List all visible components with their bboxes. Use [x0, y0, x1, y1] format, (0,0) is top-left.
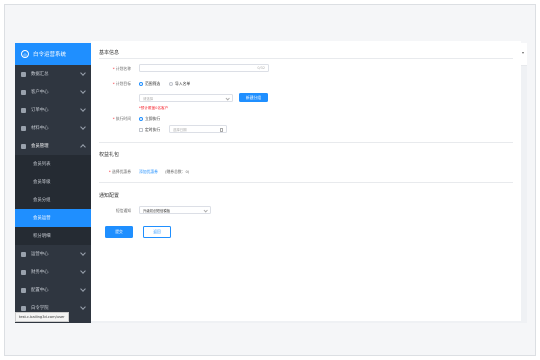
estimate-text: *预计覆盖0名客户: [139, 106, 169, 110]
settings-icon: [21, 287, 26, 293]
sidebar-item-finance[interactable]: 财务中心: [15, 263, 91, 281]
sidebar-subitem-member-operations[interactable]: 会员运营: [15, 209, 91, 227]
date-placeholder: 选择日期: [173, 127, 187, 132]
sidebar-item-label: 订单中心: [31, 108, 49, 113]
checkbox-label: 定时执行: [145, 127, 161, 132]
radio-label: 立即执行: [145, 116, 161, 121]
channel-select[interactable]: 升级初创短信模板: [139, 206, 211, 214]
radio-icon: [139, 117, 143, 121]
sidebar-item-label: 运营中心: [31, 252, 49, 257]
date-picker[interactable]: 选择日期: [169, 125, 227, 133]
exec-time-label: * 执行时间: [112, 116, 131, 121]
exec-radio-now[interactable]: 立即执行: [139, 116, 160, 122]
divider: [99, 58, 513, 59]
operations-icon: [21, 251, 26, 257]
exec-check-scheduled[interactable]: 定时执行: [139, 127, 160, 133]
filter-select[interactable]: 请选择: [139, 94, 233, 102]
coupon-label: * 选择优惠券: [108, 169, 131, 174]
channel-select-value: 升级初创短信模板: [143, 208, 171, 213]
radio-label: 导入名单: [175, 81, 191, 86]
chevron-down-icon: [80, 250, 86, 256]
radio-label: 范围筛选: [145, 81, 161, 86]
cancel-button[interactable]: 返回: [143, 226, 171, 238]
plan-name-counter: 0/32: [257, 66, 265, 70]
chevron-down-icon: [80, 88, 86, 94]
target-radio-range[interactable]: 范围筛选: [139, 81, 160, 87]
section-title-basic: 基本信息: [99, 50, 120, 56]
sidebar-item-config[interactable]: 配置中心: [15, 281, 91, 299]
target-label: * 计划目标: [112, 81, 131, 86]
chevron-down-icon: [80, 286, 86, 292]
sidebar-subitem-label: 会员列表: [33, 162, 51, 167]
submit-label: 提交: [115, 229, 123, 234]
sidebar: ◎ 白令运营系统 数据汇总 客户中心 订单中心 材料中心 会员管理 会员列表 会…: [15, 43, 91, 323]
sidebar-item-label: 白令学院: [31, 306, 49, 311]
target-radio-import[interactable]: 导入名单: [169, 81, 190, 87]
caret-down-icon: [522, 52, 525, 54]
order-icon: [21, 107, 26, 113]
box-icon: [21, 125, 26, 131]
divider: [99, 142, 513, 143]
chevron-down-icon: [202, 208, 208, 214]
members-icon: [21, 143, 26, 149]
academy-icon: [21, 305, 26, 311]
section-title-notify: 通知配置: [99, 193, 120, 199]
logo-icon: ◎: [21, 50, 29, 58]
sidebar-item-materials[interactable]: 材料中心: [15, 119, 91, 137]
sidebar-item-customers[interactable]: 客户中心: [15, 83, 91, 101]
calendar-icon: [219, 128, 223, 132]
form-card: 基本信息 * 计划名称 0/32 * 计划目标 范围筛选 导入名单 请选择 新建…: [91, 41, 521, 321]
sidebar-subitem-member-list[interactable]: 会员列表: [15, 155, 91, 173]
create-group-button[interactable]: 新建分组: [239, 93, 268, 102]
radio-icon: [169, 82, 173, 86]
sidebar-subitem-label: 会员等级: [33, 180, 51, 185]
sidebar-item-label: 财务中心: [31, 270, 49, 275]
sidebar-item-operations[interactable]: 运营中心: [15, 245, 91, 263]
sidebar-item-orders[interactable]: 订单中心: [15, 101, 91, 119]
sidebar-subitem-label: 会员运营: [33, 216, 51, 221]
checkbox-icon: [139, 128, 143, 132]
chevron-down-icon: [80, 124, 86, 130]
chevron-down-icon: [80, 106, 86, 112]
app-title: 白令运营系统: [33, 52, 67, 58]
chevron-down-icon: [80, 70, 86, 76]
cancel-label: 返回: [153, 229, 161, 234]
sidebar-item-label: 客户中心: [31, 90, 49, 95]
plan-name-label: * 计划名称: [112, 66, 131, 71]
chevron-down-icon: [80, 304, 86, 310]
create-group-label: 新建分组: [245, 94, 262, 100]
sidebar-subitem-member-groups[interactable]: 会员分组: [15, 191, 91, 209]
radio-icon: [139, 82, 143, 86]
divider: [99, 182, 513, 183]
status-bar-url: test.c.bailing3d.com/user: [15, 312, 69, 322]
submit-button[interactable]: 提交: [105, 226, 133, 238]
chevron-down-icon: [224, 96, 230, 102]
sidebar-item-label: 材料中心: [31, 126, 49, 131]
brand[interactable]: ◎ 白令运营系统: [15, 43, 91, 65]
sidebar-item-label: 配置中心: [31, 288, 49, 293]
sidebar-subitem-label: 会员分组: [33, 198, 51, 203]
sidebar-item-dashboard[interactable]: 数据汇总: [15, 65, 91, 83]
user-icon: [21, 89, 26, 95]
channel-label: 短信通知: [115, 208, 131, 213]
coupon-count: (赠券总数：0): [165, 169, 190, 174]
sidebar-subitem-member-levels[interactable]: 会员等级: [15, 173, 91, 191]
sidebar-item-label: 会员管理: [31, 144, 49, 149]
filter-select-placeholder: 请选择: [143, 96, 154, 101]
finance-icon: [21, 269, 26, 275]
chevron-down-icon: [80, 268, 86, 274]
plan-name-input[interactable]: 0/32: [139, 64, 269, 72]
sidebar-item-label: 数据汇总: [31, 72, 49, 77]
chevron-up-icon: [80, 144, 86, 150]
window-frame: ◎ 白令运营系统 数据汇总 客户中心 订单中心 材料中心 会员管理 会员列表 会…: [4, 4, 536, 356]
add-coupon-link[interactable]: 添加优惠券: [139, 169, 158, 175]
sidebar-subitem-label: 积分明细: [33, 234, 51, 239]
sidebar-item-members[interactable]: 会员管理: [15, 137, 91, 155]
section-title-rights: 权益礼包: [99, 152, 120, 158]
chart-icon: [21, 71, 26, 77]
sidebar-subitem-points-detail[interactable]: 积分明细: [15, 227, 91, 245]
